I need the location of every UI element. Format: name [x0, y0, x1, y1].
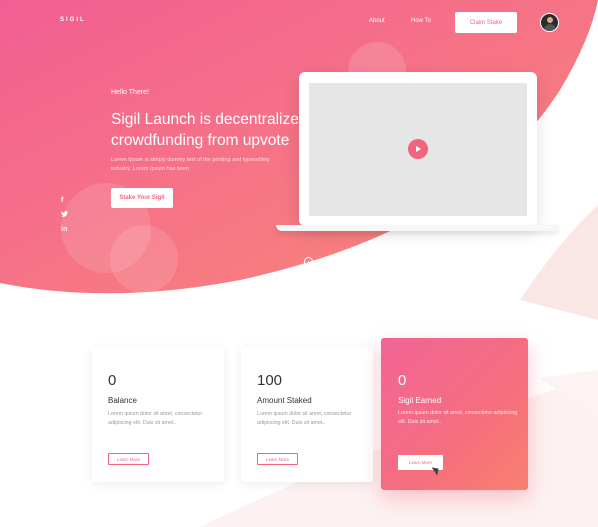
avatar-body — [544, 24, 556, 31]
balance-card: 0 Balance Lorem ipsum dolor sit amet, co… — [92, 347, 224, 482]
nav-link-about[interactable]: About — [369, 18, 385, 24]
sigil-earned-card: 0 Sigil Earned Lorem ipsum dolor sit ame… — [381, 338, 528, 490]
learn-more-button[interactable]: Learn More — [108, 453, 149, 465]
laptop-base — [276, 225, 559, 231]
card-description: Lorem ipsum dolor sit amet, consectetur … — [257, 411, 352, 426]
nav-link-how-to[interactable]: How To — [411, 18, 431, 24]
amount-staked-card: 100 Amount Staked Lorem ipsum dolor sit … — [241, 347, 373, 482]
video-screen[interactable] — [309, 83, 527, 216]
card-description: Lorem ipsum dolor sit amet, consectetur … — [398, 410, 518, 425]
card-description: Lorem ipsum dolor sit amet, consectetur … — [108, 411, 203, 426]
play-icon[interactable] — [408, 139, 428, 159]
avatar[interactable] — [540, 13, 559, 32]
stake-your-sigil-button[interactable]: Stake Your Sigil — [111, 188, 173, 208]
avatar-head — [547, 17, 553, 23]
hero-headline: Sigil Launch is decentralized crowdfundi… — [111, 111, 308, 149]
logo[interactable]: SIGIL — [60, 17, 86, 23]
card-value: 0 — [398, 372, 407, 389]
play-video-link[interactable]: PLAY VIDEO — [551, 115, 557, 167]
twitter-icon[interactable] — [61, 211, 68, 219]
learn-more-button[interactable]: Learn More — [257, 453, 298, 465]
mouse-scroll-icon[interactable] — [304, 257, 313, 271]
card-value: 0 — [108, 372, 117, 389]
card-value: 100 — [257, 372, 283, 389]
laptop-video-frame — [299, 72, 537, 226]
linkedin-icon[interactable]: in — [61, 226, 67, 233]
decor-circle — [110, 225, 178, 293]
card-label: Amount Staked — [257, 396, 312, 405]
card-label: Sigil Earned — [398, 396, 442, 405]
claim-stake-button[interactable]: Claim Stake — [455, 12, 517, 33]
play-video-line — [554, 173, 555, 207]
hero-greeting: Hello There! — [111, 89, 150, 96]
facebook-icon[interactable]: f — [61, 197, 63, 204]
card-label: Balance — [108, 396, 137, 405]
hero-subtext: Lorem Ipsum is simply dummy text of the … — [111, 157, 270, 172]
